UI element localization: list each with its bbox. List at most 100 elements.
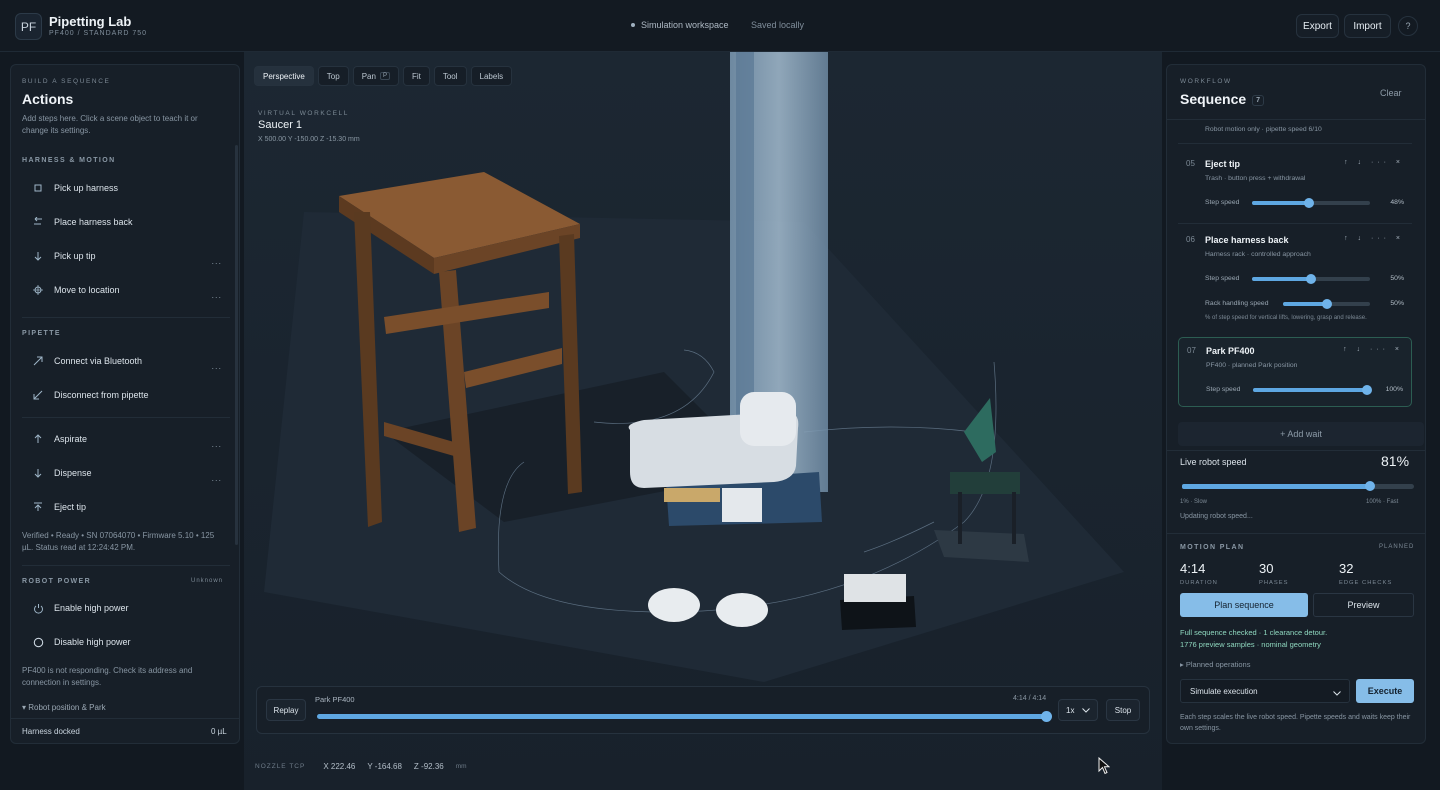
tab-tool[interactable]: Tool <box>433 66 467 86</box>
action-label: Move to location <box>54 285 120 295</box>
step-speed-label: Step speed <box>1205 275 1240 282</box>
add-wait-button[interactable]: + Add wait <box>1178 422 1424 446</box>
step-speed-label: Step speed <box>1205 199 1240 206</box>
step-speed-slider[interactable] <box>1253 385 1372 395</box>
power-state: Unknown <box>191 578 224 584</box>
step-controls[interactable]: ↑ ↓ ··· × <box>1344 159 1404 166</box>
action-label: Dispense <box>54 468 92 478</box>
action-aspirate[interactable]: Aspirate ... <box>22 425 230 453</box>
clear-button[interactable]: Clear <box>1380 88 1402 98</box>
action-label: Pick up harness <box>54 183 119 193</box>
action-dispense[interactable]: Dispense ... <box>22 459 230 487</box>
status-dot-icon <box>631 23 635 27</box>
step-controls[interactable]: ↑ ↓ ··· × <box>1344 235 1404 242</box>
pan-shortcut: P <box>379 72 390 80</box>
gripper[interactable] <box>722 488 762 522</box>
more-options-icon[interactable]: ... <box>211 439 222 449</box>
planned-operations-toggle[interactable]: ▸ Planned operations <box>1180 660 1250 669</box>
live-speed-slider[interactable] <box>1182 481 1414 491</box>
slider-handle[interactable] <box>1362 385 1372 395</box>
action-move-to-location[interactable]: Move to location ... <box>22 276 230 304</box>
tab-perspective[interactable]: Perspective <box>254 66 314 86</box>
stat-value: 32 <box>1339 561 1354 576</box>
divider <box>22 417 230 418</box>
saucer-2[interactable] <box>716 593 768 627</box>
plan-sequence-button[interactable]: Plan sequence <box>1180 593 1308 617</box>
step-count-badge: 7 <box>1252 94 1265 106</box>
nozzle-z: Z -92.36 <box>413 762 444 771</box>
stat-edge-checks: 32 EDGE CHECKS <box>1339 561 1392 586</box>
action-pick-up-harness[interactable]: Pick up harness <box>22 174 230 202</box>
preview-button[interactable]: Preview <box>1313 593 1414 617</box>
action-disconnect-pipette[interactable]: Disconnect from pipette <box>22 381 230 409</box>
divider <box>1167 119 1425 120</box>
step-speed-slider[interactable] <box>1252 274 1370 284</box>
tab-top[interactable]: Top <box>317 66 349 86</box>
stat-caption: DURATION <box>1180 580 1218 586</box>
playback-time: 4:14 / 4:14 <box>1013 695 1047 702</box>
more-options-icon[interactable]: ... <box>211 290 222 300</box>
action-pick-up-tip[interactable]: Pick up tip ... <box>22 242 230 270</box>
action-label: Pick up tip <box>54 251 96 261</box>
step-speed-slider[interactable] <box>1252 198 1370 208</box>
step-controls[interactable]: ↑ ↓ ··· × <box>1343 346 1403 353</box>
action-eject-tip[interactable]: Eject tip <box>22 493 230 521</box>
live-speed-status: Updating robot speed... <box>1180 513 1253 520</box>
slider-fill <box>1253 388 1367 392</box>
step-title: Park PF400 <box>1206 346 1255 356</box>
sequence-step-07[interactable]: 07 Park PF400 PF400 · planned Park posit… <box>1178 337 1412 407</box>
execute-button[interactable]: Execute <box>1356 679 1414 703</box>
app-title: Pipetting Lab <box>49 14 132 29</box>
arrow-up-right-icon <box>32 355 44 367</box>
slider-handle[interactable] <box>1306 274 1316 284</box>
more-options-icon[interactable]: ... <box>211 361 222 371</box>
tab-pan[interactable]: Pan P <box>352 66 399 86</box>
tab-fit[interactable]: Fit <box>402 66 430 86</box>
actions-scrollbar[interactable] <box>235 145 238 545</box>
action-disable-high-power[interactable]: Disable high power <box>22 628 230 656</box>
playback-progress <box>317 714 1046 719</box>
rack-speed-slider[interactable] <box>1283 299 1370 309</box>
harness-icon <box>32 182 44 194</box>
tab-labels[interactable]: Labels <box>470 66 513 86</box>
action-enable-high-power[interactable]: Enable high power <box>22 594 230 622</box>
speed-select[interactable]: 1x <box>1058 699 1098 721</box>
step-title: Eject tip <box>1205 159 1241 169</box>
action-connect-bluetooth[interactable]: Connect via Bluetooth ... <box>22 347 230 375</box>
execution-mode-select[interactable]: Simulate execution <box>1180 679 1350 703</box>
import-button[interactable]: Import <box>1344 14 1391 38</box>
more-options-icon[interactable]: ... <box>211 256 222 266</box>
scrubber-handle[interactable] <box>1041 711 1052 722</box>
slider-handle[interactable] <box>1303 198 1314 208</box>
speed-value: 1x <box>1066 705 1075 715</box>
playback-step-title: Park PF400 <box>315 695 355 704</box>
sequence-step-06[interactable]: 06 Place harness back Harness rack · con… <box>1178 227 1412 327</box>
workcell-scene[interactable] <box>244 52 1162 790</box>
sequence-step-05[interactable]: 05 Eject tip Trash · button press + with… <box>1178 151 1412 217</box>
stat-caption: EDGE CHECKS <box>1339 580 1393 586</box>
slider-handle[interactable] <box>1321 299 1332 309</box>
step-subtitle: Harness rack · controlled approach <box>1205 251 1311 258</box>
app-logo: PF <box>15 13 42 40</box>
action-label: Eject tip <box>54 502 87 512</box>
harness-rack[interactable] <box>664 488 720 502</box>
robot-position-toggle[interactable]: ▾ Robot position & Park <box>22 702 227 714</box>
replay-button[interactable]: Replay <box>266 699 306 721</box>
action-place-harness-back[interactable]: Place harness back <box>22 208 230 236</box>
stat-phases: 30 PHASES <box>1259 561 1289 586</box>
nozzle-label: NOZZLE TCP <box>255 763 306 770</box>
arrow-down-icon <box>32 467 44 479</box>
rack-speed-label: Rack handling speed <box>1205 300 1269 307</box>
divider <box>1178 143 1412 144</box>
stop-button[interactable]: Stop <box>1106 699 1140 721</box>
help-button[interactable]: ? <box>1398 16 1418 36</box>
actions-panel: BUILD A SEQUENCE Actions Add steps here.… <box>10 64 240 744</box>
action-label: Disconnect from pipette <box>54 390 149 400</box>
saucer-1[interactable] <box>648 588 700 622</box>
actions-description: Add steps here. Click a scene object to … <box>22 114 198 135</box>
export-button[interactable]: Export <box>1296 14 1339 38</box>
mouse-cursor-icon <box>1098 757 1110 775</box>
more-options-icon[interactable]: ... <box>211 473 222 483</box>
playback-scrubber[interactable] <box>317 711 1052 722</box>
slider-handle[interactable] <box>1364 481 1375 491</box>
